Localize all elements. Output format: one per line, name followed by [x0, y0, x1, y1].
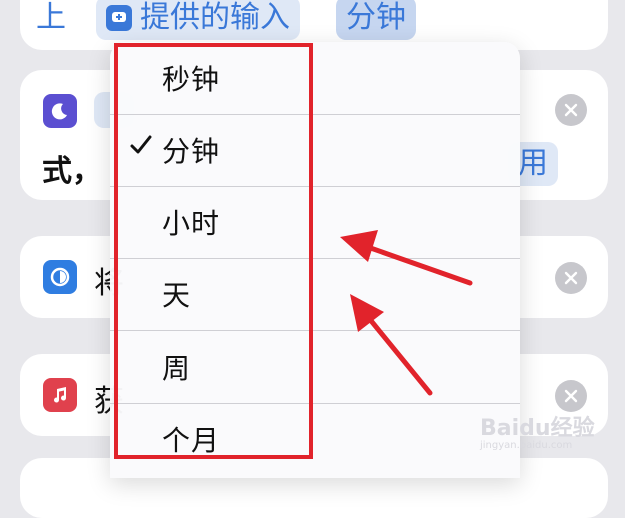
top-left-chip[interactable]: 上 — [36, 0, 66, 40]
provided-input-label: 提供的输入 — [140, 0, 290, 35]
remove-button[interactable] — [555, 262, 587, 294]
close-icon — [564, 271, 578, 285]
focus-mode-icon — [43, 260, 77, 294]
moon-icon — [43, 94, 77, 128]
input-icon — [106, 5, 132, 31]
remove-button[interactable] — [555, 94, 587, 126]
row-text-left: 式， — [42, 154, 102, 189]
music-icon — [43, 378, 77, 412]
close-icon — [564, 389, 578, 403]
watermark: Baidu经验 jingyan.baidu.com — [480, 410, 595, 451]
unit-chip[interactable]: 分钟 — [336, 0, 416, 40]
annotation-highlight-box — [114, 43, 313, 459]
remove-button[interactable] — [555, 380, 587, 412]
close-icon — [564, 103, 578, 117]
watermark-sub: jingyan.baidu.com — [480, 440, 573, 451]
provided-input-chip[interactable]: 提供的输入 — [96, 0, 300, 40]
watermark-text: Baidu经验 — [480, 416, 595, 441]
